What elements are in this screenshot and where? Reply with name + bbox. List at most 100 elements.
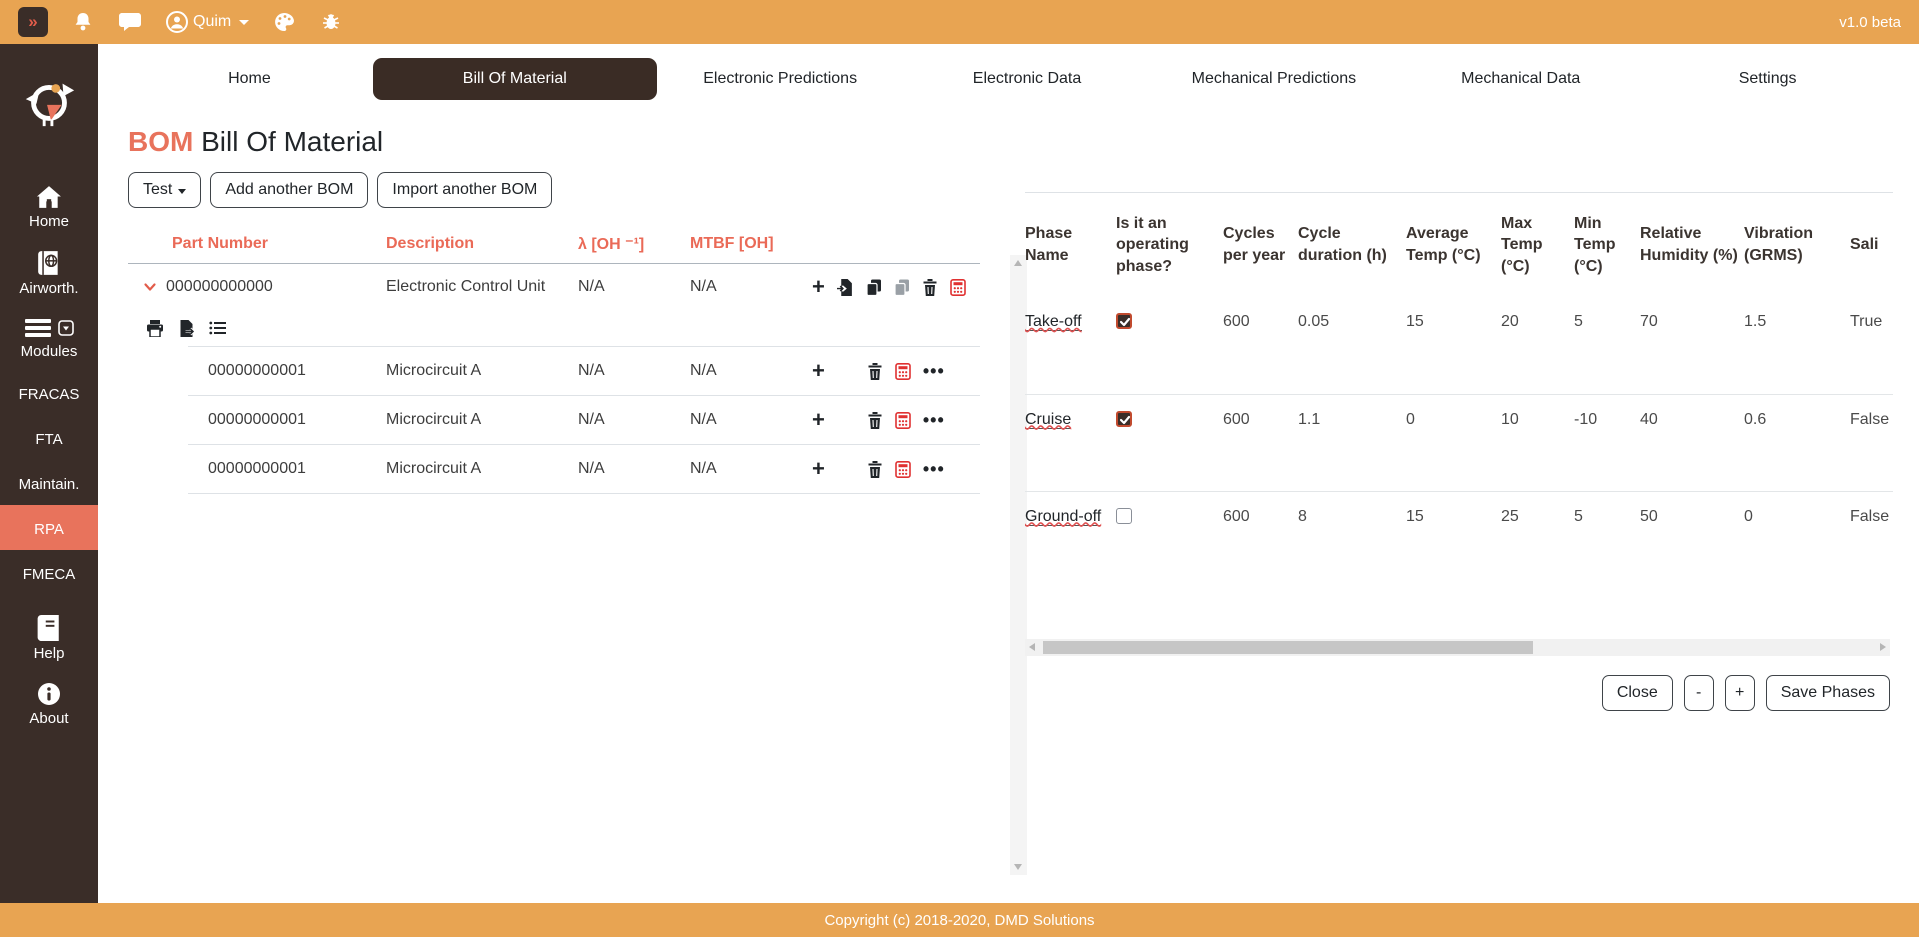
tab-mechanical-predictions[interactable]: Mechanical Predictions [1150, 58, 1397, 100]
notifications-bell-icon[interactable] [72, 11, 94, 33]
user-avatar-icon [166, 11, 188, 33]
add-bom-button[interactable]: Add another BOM [210, 172, 368, 208]
max-temp-value[interactable]: 10 [1501, 394, 1574, 491]
scroll-right-arrow[interactable] [1880, 643, 1886, 651]
sidebar-item-maintain[interactable]: Maintain. [0, 460, 98, 505]
average-temp-value[interactable]: 15 [1406, 297, 1501, 394]
scrollbar-thumb[interactable] [1043, 641, 1533, 654]
tab-home[interactable]: Home [126, 58, 373, 100]
export-file-icon[interactable] [178, 320, 195, 337]
tab-mechanical-data[interactable]: Mechanical Data [1397, 58, 1644, 100]
phase-name-field[interactable]: Ground-off [1025, 508, 1101, 526]
add-child-button[interactable]: + [812, 278, 825, 296]
calculator-icon[interactable] [950, 279, 966, 296]
calculator-icon[interactable] [895, 461, 911, 478]
sidebar-item-help[interactable]: Help [0, 605, 98, 672]
import-part-icon[interactable] [837, 279, 854, 296]
theme-palette-icon[interactable] [273, 11, 296, 33]
collapse-chevron-icon[interactable] [142, 279, 158, 295]
phases-table: Phase Name Is it an operating phase? Cyc… [1025, 193, 1893, 584]
add-child-button[interactable]: + [812, 362, 825, 380]
humidity-value[interactable]: 40 [1640, 394, 1744, 491]
col-cycle-duration: Cycle duration (h) [1298, 193, 1406, 297]
calculator-icon[interactable] [895, 363, 911, 380]
col-relative-humidity: Relative Humidity (%) [1640, 193, 1744, 297]
calculator-icon[interactable] [895, 412, 911, 429]
max-temp-value[interactable]: 20 [1501, 297, 1574, 394]
cycle-duration-value[interactable]: 1.1 [1298, 394, 1406, 491]
more-options-icon[interactable]: ••• [923, 366, 945, 376]
list-view-icon[interactable] [209, 320, 227, 336]
cycle-duration-value[interactable]: 0.05 [1298, 297, 1406, 394]
min-temp-value[interactable]: -10 [1574, 394, 1640, 491]
sidebar-item-home[interactable]: Home [0, 175, 98, 240]
lambda-value: N/A [578, 362, 690, 380]
messages-chat-icon[interactable] [118, 11, 142, 33]
save-phases-button[interactable]: Save Phases [1766, 675, 1890, 711]
print-icon[interactable] [146, 320, 164, 337]
sidebar-collapse-button[interactable]: » [18, 7, 48, 37]
bom-table-header: Part Number Description λ [OH ⁻¹] MTBF [… [128, 224, 980, 264]
description: Electronic Control Unit [386, 278, 578, 296]
delete-trash-icon[interactable] [922, 279, 938, 296]
saline-value[interactable]: True [1850, 297, 1893, 394]
bug-report-icon[interactable] [320, 11, 342, 33]
scroll-up-arrow[interactable] [1014, 260, 1022, 266]
mtbf-value: N/A [690, 411, 812, 429]
user-menu[interactable]: Quim [166, 11, 249, 33]
remove-phase-button[interactable]: - [1684, 675, 1714, 711]
add-child-button[interactable]: + [812, 460, 825, 478]
cycles-per-year-value[interactable]: 600 [1223, 491, 1298, 584]
sidebar-item-airworthiness[interactable]: Airworth. [0, 240, 98, 307]
close-button[interactable]: Close [1602, 675, 1673, 711]
min-temp-value[interactable]: 5 [1574, 491, 1640, 584]
operating-phase-checkbox[interactable] [1116, 313, 1132, 329]
copy-icon[interactable] [866, 279, 882, 296]
delete-trash-icon[interactable] [867, 363, 883, 380]
scroll-left-arrow[interactable] [1029, 643, 1035, 651]
cycles-per-year-value[interactable]: 600 [1223, 297, 1298, 394]
sidebar-item-fmeca[interactable]: FMECA [0, 550, 98, 595]
add-phase-button[interactable]: + [1725, 675, 1755, 711]
lambda-value: N/A [578, 278, 690, 296]
more-options-icon[interactable]: ••• [923, 464, 945, 474]
cycle-duration-value[interactable]: 8 [1298, 491, 1406, 584]
sidebar-item-fta[interactable]: FTA [0, 415, 98, 460]
phase-name-field[interactable]: Take-off [1025, 313, 1082, 331]
saline-value[interactable]: False [1850, 491, 1893, 584]
bom-parent-actions [128, 310, 980, 346]
vibration-value[interactable]: 0 [1744, 491, 1850, 584]
add-child-button[interactable]: + [812, 411, 825, 429]
saline-value[interactable]: False [1850, 394, 1893, 491]
phases-horizontal-scrollbar[interactable] [1025, 639, 1890, 656]
tab-bill-of-material[interactable]: Bill Of Material [373, 58, 657, 100]
tab-electronic-predictions[interactable]: Electronic Predictions [657, 58, 904, 100]
scroll-down-arrow[interactable] [1014, 864, 1022, 870]
cycles-per-year-value[interactable]: 600 [1223, 394, 1298, 491]
operating-phase-checkbox[interactable] [1116, 508, 1132, 524]
sidebar-item-rpa[interactable]: RPA [0, 505, 98, 550]
humidity-value[interactable]: 70 [1640, 297, 1744, 394]
operating-phase-checkbox[interactable] [1116, 411, 1132, 427]
part-number: 000000000000 [166, 278, 273, 296]
sidebar-item-about[interactable]: About [0, 672, 98, 737]
phase-row: Take-off 600 0.05 15 20 5 70 1.5 True [1025, 297, 1893, 394]
average-temp-value[interactable]: 0 [1406, 394, 1501, 491]
tab-electronic-data[interactable]: Electronic Data [904, 58, 1151, 100]
sidebar-item-fracas[interactable]: FRACAS [0, 370, 98, 415]
vibration-value[interactable]: 1.5 [1744, 297, 1850, 394]
delete-trash-icon[interactable] [867, 412, 883, 429]
average-temp-value[interactable]: 15 [1406, 491, 1501, 584]
min-temp-value[interactable]: 5 [1574, 297, 1640, 394]
max-temp-value[interactable]: 25 [1501, 491, 1574, 584]
delete-trash-icon[interactable] [867, 461, 883, 478]
paste-icon-disabled[interactable] [894, 279, 910, 296]
tab-settings[interactable]: Settings [1644, 58, 1891, 100]
more-options-icon[interactable]: ••• [923, 415, 945, 425]
phase-name-field[interactable]: Cruise [1025, 411, 1071, 429]
humidity-value[interactable]: 50 [1640, 491, 1744, 584]
sidebar-item-modules[interactable]: Modules [0, 307, 98, 370]
import-bom-button[interactable]: Import another BOM [377, 172, 552, 208]
bom-select-dropdown[interactable]: Test [128, 172, 201, 208]
vibration-value[interactable]: 0.6 [1744, 394, 1850, 491]
